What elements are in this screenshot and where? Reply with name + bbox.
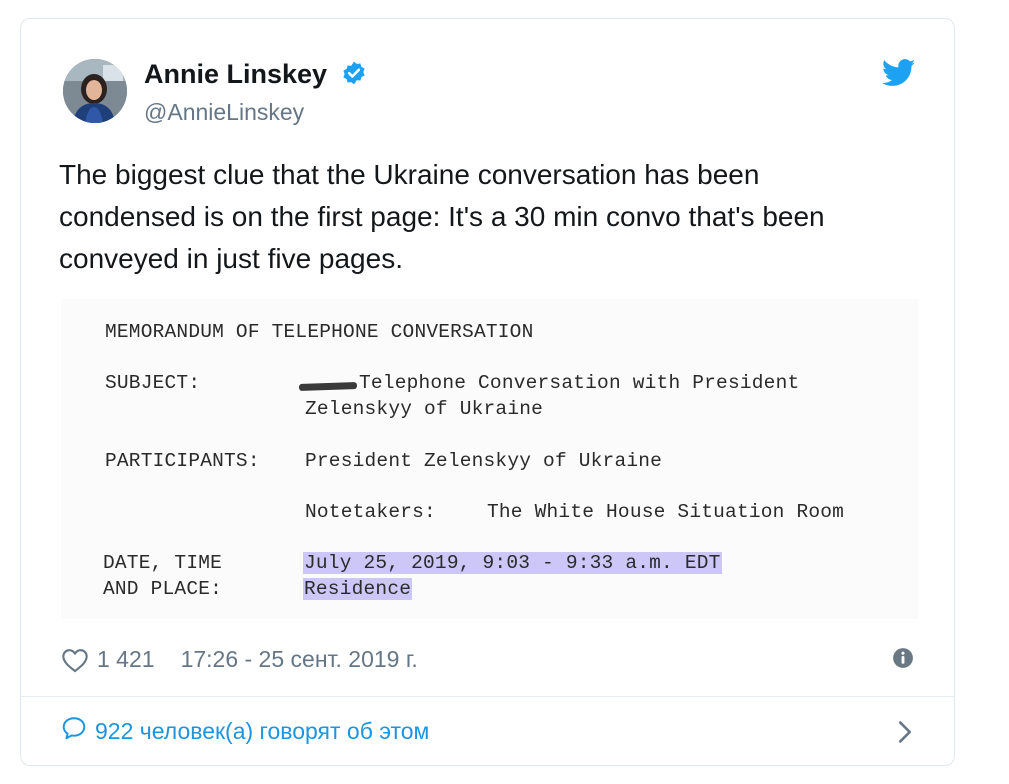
chevron-right-icon[interactable]: [896, 719, 914, 750]
doc-date-value-line-1: July 25, 2019, 9:03 - 9:33 a.m. EDT: [303, 552, 722, 574]
doc-date-value-line-2: Residence: [303, 578, 413, 600]
info-icon[interactable]: [892, 647, 914, 674]
conversation-label[interactable]: 922 человек(а) говорят об этом: [95, 718, 429, 745]
heart-icon[interactable]: [61, 647, 89, 673]
divider: [21, 696, 954, 697]
tweet-card: Annie Linskey @AnnieLinskey The biggest …: [20, 18, 955, 766]
doc-notetakers-value: The White House Situation Room: [487, 501, 845, 523]
doc-subject-line-2: Zelenskyy of Ukraine: [305, 398, 544, 420]
doc-date-label-line-2: AND PLACE:: [103, 578, 223, 600]
avatar-photo-icon: [63, 59, 127, 123]
doc-subject-label: SUBJECT:: [105, 372, 201, 394]
conversation-link[interactable]: 922 человек(а) говорят об этом: [61, 716, 429, 746]
speech-bubble-icon: [61, 716, 87, 746]
doc-participants-value: President Zelenskyy of Ukraine: [305, 450, 663, 472]
tweet-timestamp[interactable]: 17:26 - 25 сент. 2019 г.: [181, 646, 418, 673]
tweet-text: The biggest clue that the Ukraine conver…: [59, 159, 825, 274]
author-handle[interactable]: @AnnieLinskey: [144, 99, 304, 126]
doc-date-label-line-1: DATE, TIME: [103, 552, 223, 574]
doc-participants-label: PARTICIPANTS:: [105, 450, 260, 472]
redaction-mark: [298, 381, 358, 392]
doc-title: MEMORANDUM OF TELEPHONE CONVERSATION: [105, 321, 534, 343]
author-name-text[interactable]: Annie Linskey: [144, 59, 327, 89]
twitter-bird-icon[interactable]: [881, 59, 916, 92]
doc-subject-line-1: Telephone Conversation with President: [359, 372, 800, 394]
verified-badge-icon: [341, 60, 367, 93]
tweet-image-document[interactable]: MEMORANDUM OF TELEPHONE CONVERSATION SUB…: [61, 299, 918, 619]
avatar[interactable]: [63, 59, 127, 123]
like-count[interactable]: 1 421: [97, 646, 155, 673]
author-name[interactable]: Annie Linskey: [144, 59, 367, 93]
tweet-meta: 1 421 17:26 - 25 сент. 2019 г.: [61, 646, 418, 673]
doc-notetakers-label: Notetakers:: [305, 501, 436, 523]
